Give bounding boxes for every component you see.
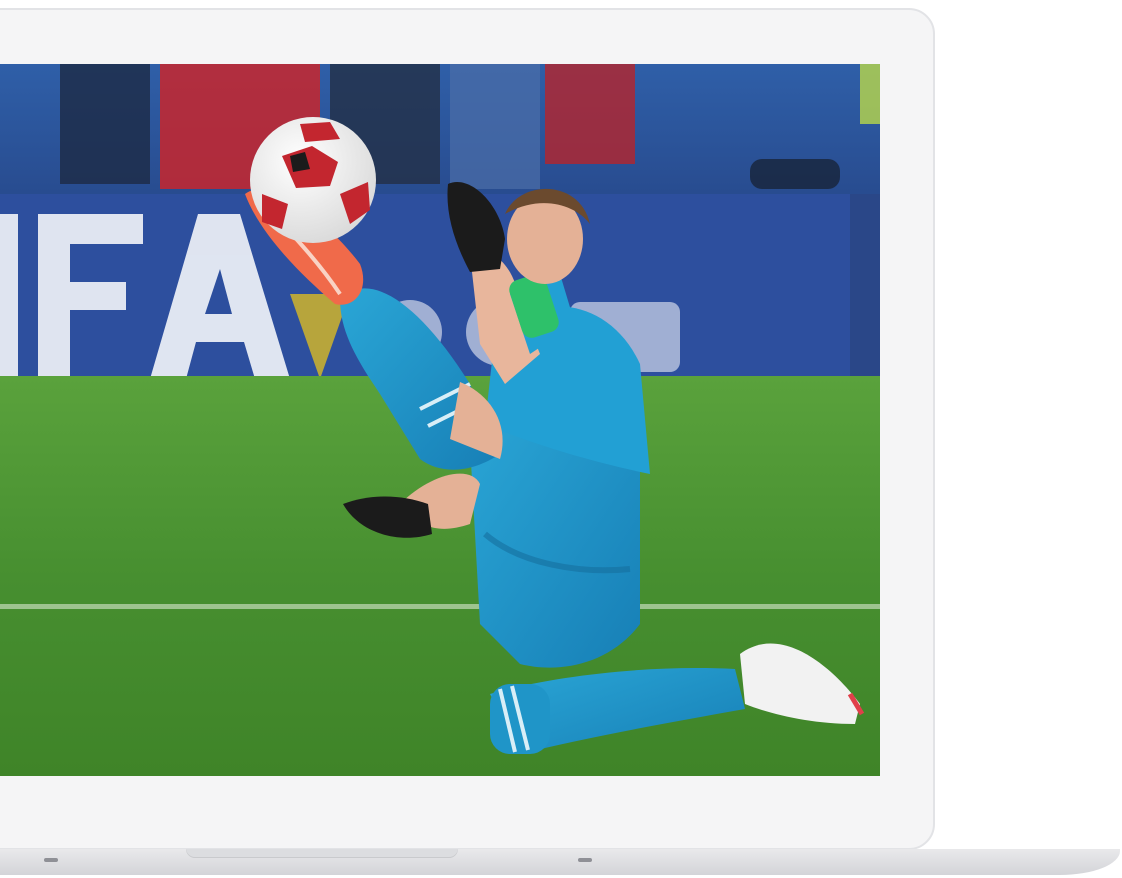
laptop-mockup — [0, 0, 1122, 878]
laptop-foot-right — [578, 858, 592, 862]
football — [250, 117, 376, 243]
laptop-base — [0, 849, 1120, 875]
laptop-hinge-notch — [186, 849, 458, 858]
laptop-foot-left — [44, 858, 58, 862]
laptop-screen — [0, 64, 880, 776]
goalkeeper-photo — [0, 64, 880, 776]
